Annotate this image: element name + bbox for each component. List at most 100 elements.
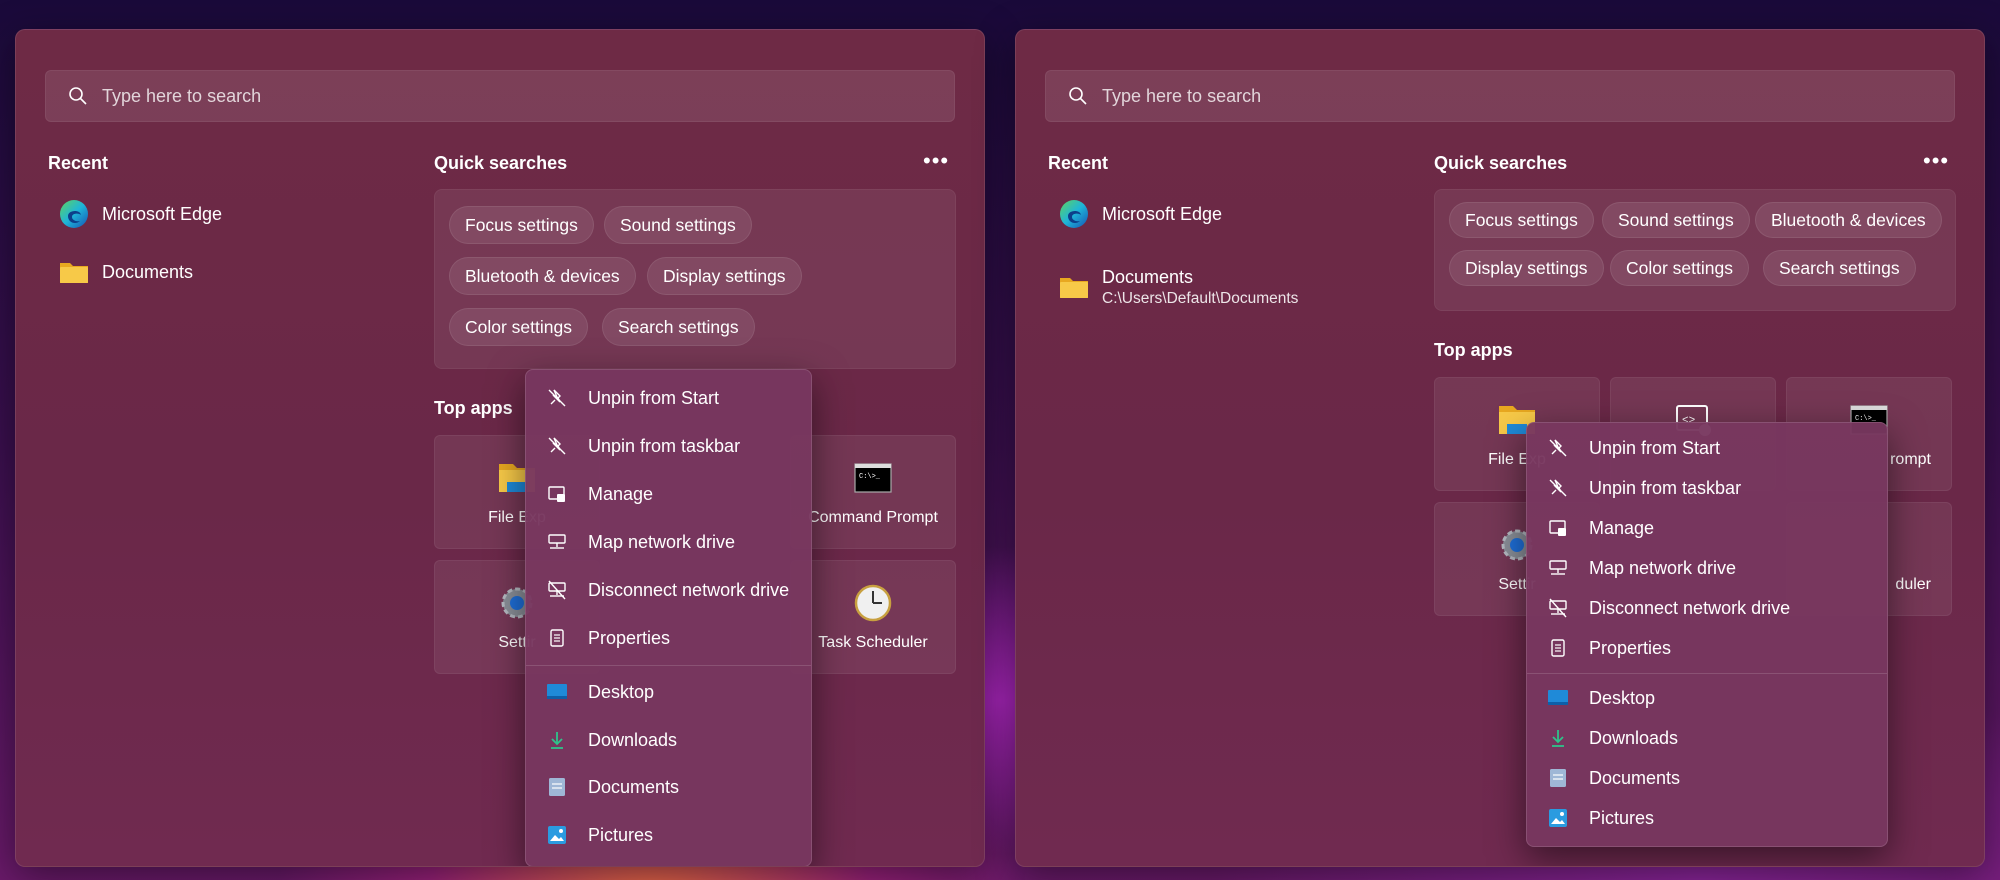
document-icon <box>546 776 568 798</box>
unpin-icon <box>1547 437 1569 459</box>
chip-display-settings[interactable]: Display settings <box>1449 250 1604 286</box>
recent-item-edge[interactable]: Microsoft Edge <box>58 194 222 234</box>
menu-item-documents[interactable]: Documents <box>1533 759 1881 797</box>
menu-item-label: Properties <box>1589 637 1672 658</box>
recent-item-label: Microsoft Edge <box>102 203 223 224</box>
top-apps-title: Top apps <box>434 398 513 418</box>
quick-searches-title: Quick searches <box>434 153 568 173</box>
start-menu-panel-left: Recent Microsoft Edge Documents Quick se… <box>15 29 985 867</box>
recent-item-edge[interactable]: Microsoft Edge <box>1058 194 1222 234</box>
chip-search-settings[interactable]: Search settings <box>602 308 755 346</box>
more-options-button[interactable]: ••• <box>1923 150 1949 172</box>
start-menu-panel-right: Recent Microsoft Edge Documents C:\Users… <box>1015 29 1985 867</box>
disconnect-drive-icon <box>1547 597 1569 619</box>
recent-item-label: Documents <box>102 261 194 282</box>
recent-item-documents[interactable]: Documents <box>58 252 193 292</box>
chip-sound-settings[interactable]: Sound settings <box>604 206 752 244</box>
menu-item-map-network-drive[interactable]: Map network drive <box>1533 549 1881 587</box>
computer-management-icon <box>1547 517 1569 539</box>
chip-focus-settings[interactable]: Focus settings <box>1449 202 1594 238</box>
network-drive-icon <box>1547 557 1569 579</box>
recent-item-label: Microsoft Edge <box>1102 203 1223 224</box>
properties-icon <box>1547 637 1569 659</box>
menu-item-label: Manage <box>1589 517 1655 538</box>
menu-item-label: Unpin from Start <box>1589 437 1721 458</box>
quick-searches-box: Focus settings Sound settings Bluetooth … <box>1434 189 1956 311</box>
menu-item-pictures[interactable]: Pictures <box>1533 799 1881 837</box>
recent-item-documents[interactable]: Documents C:\Users\Default\Documents <box>1058 262 1298 312</box>
menu-item-unpin-taskbar[interactable]: Unpin from taskbar <box>532 426 805 466</box>
chip-focus-settings[interactable]: Focus settings <box>449 206 594 244</box>
folder-icon <box>58 256 90 288</box>
app-tile-command-prompt[interactable]: C:\>_ Command Prompt <box>790 435 956 549</box>
menu-item-label: Properties <box>588 627 671 648</box>
menu-item-label: Map network drive <box>588 531 736 552</box>
unpin-icon <box>546 435 568 457</box>
menu-item-label: Downloads <box>1589 727 1679 748</box>
menu-item-downloads[interactable]: Downloads <box>1533 719 1881 757</box>
command-prompt-icon: C:\>_ <box>854 463 892 493</box>
quick-searches-box: Focus settings Sound settings Bluetooth … <box>434 189 956 369</box>
menu-item-label: Map network drive <box>1589 557 1737 578</box>
disconnect-drive-icon <box>546 579 568 601</box>
menu-item-pictures[interactable]: Pictures <box>532 815 805 855</box>
menu-item-manage[interactable]: Manage <box>1533 509 1881 547</box>
download-icon <box>546 729 568 751</box>
clock-icon <box>854 584 892 622</box>
menu-item-label: Documents <box>588 776 680 797</box>
quick-searches-title: Quick searches <box>1434 153 1568 173</box>
search-input[interactable] <box>1102 85 1922 107</box>
menu-separator <box>526 665 811 666</box>
menu-item-label: Disconnect network drive <box>588 579 790 600</box>
chip-display-settings[interactable]: Display settings <box>647 257 802 295</box>
search-input[interactable] <box>102 85 922 107</box>
menu-item-documents[interactable]: Documents <box>532 767 805 807</box>
menu-item-desktop[interactable]: Desktop <box>532 672 805 712</box>
chip-bluetooth-devices[interactable]: Bluetooth & devices <box>449 257 636 295</box>
download-icon <box>1547 727 1569 749</box>
properties-icon <box>546 627 568 649</box>
menu-item-disconnect-network-drive[interactable]: Disconnect network drive <box>1533 589 1881 627</box>
chip-color-settings[interactable]: Color settings <box>1610 250 1749 286</box>
menu-item-label: Unpin from Start <box>588 387 720 408</box>
pictures-icon <box>1547 807 1569 829</box>
recent-item-label: Documents <box>1102 266 1194 287</box>
chip-color-settings[interactable]: Color settings <box>449 308 588 346</box>
search-box[interactable] <box>1045 70 1955 122</box>
svg-text:C:\>_: C:\>_ <box>859 473 881 481</box>
more-options-button[interactable]: ••• <box>923 150 949 172</box>
menu-item-unpin-start[interactable]: Unpin from Start <box>1533 429 1881 467</box>
app-tile-label: Command Prompt <box>808 509 938 526</box>
search-box[interactable] <box>45 70 955 122</box>
menu-item-properties[interactable]: Properties <box>532 618 805 658</box>
chip-sound-settings[interactable]: Sound settings <box>1602 202 1750 238</box>
menu-item-label: Manage <box>588 483 654 504</box>
app-tile-task-scheduler[interactable]: Task Scheduler <box>790 560 956 674</box>
menu-item-label: Pictures <box>1589 807 1655 828</box>
menu-item-properties[interactable]: Properties <box>1533 629 1881 667</box>
menu-item-desktop[interactable]: Desktop <box>1533 679 1881 717</box>
top-apps-title: Top apps <box>1434 340 1513 360</box>
menu-item-disconnect-network-drive[interactable]: Disconnect network drive <box>532 570 805 610</box>
menu-item-label: Desktop <box>588 681 655 702</box>
desktop-icon <box>1547 687 1569 709</box>
unpin-icon <box>546 387 568 409</box>
search-icon <box>1069 87 1087 105</box>
chip-search-settings[interactable]: Search settings <box>1763 250 1916 286</box>
chip-bluetooth-devices[interactable]: Bluetooth & devices <box>1755 202 1942 238</box>
app-tile-label: Task Scheduler <box>818 634 928 651</box>
menu-item-label: Unpin from taskbar <box>1589 477 1742 498</box>
pictures-icon <box>546 824 568 846</box>
menu-item-map-network-drive[interactable]: Map network drive <box>532 522 805 562</box>
recent-title: Recent <box>48 153 109 173</box>
menu-item-manage[interactable]: Manage <box>532 474 805 514</box>
network-drive-icon <box>546 531 568 553</box>
menu-item-unpin-taskbar[interactable]: Unpin from taskbar <box>1533 469 1881 507</box>
menu-item-downloads[interactable]: Downloads <box>532 720 805 760</box>
menu-item-label: Unpin from taskbar <box>588 435 741 456</box>
search-icon <box>69 87 87 105</box>
menu-item-unpin-start[interactable]: Unpin from Start <box>532 378 805 418</box>
edge-icon <box>58 198 90 230</box>
desktop-icon <box>546 681 568 703</box>
menu-item-label: Desktop <box>1589 687 1656 708</box>
